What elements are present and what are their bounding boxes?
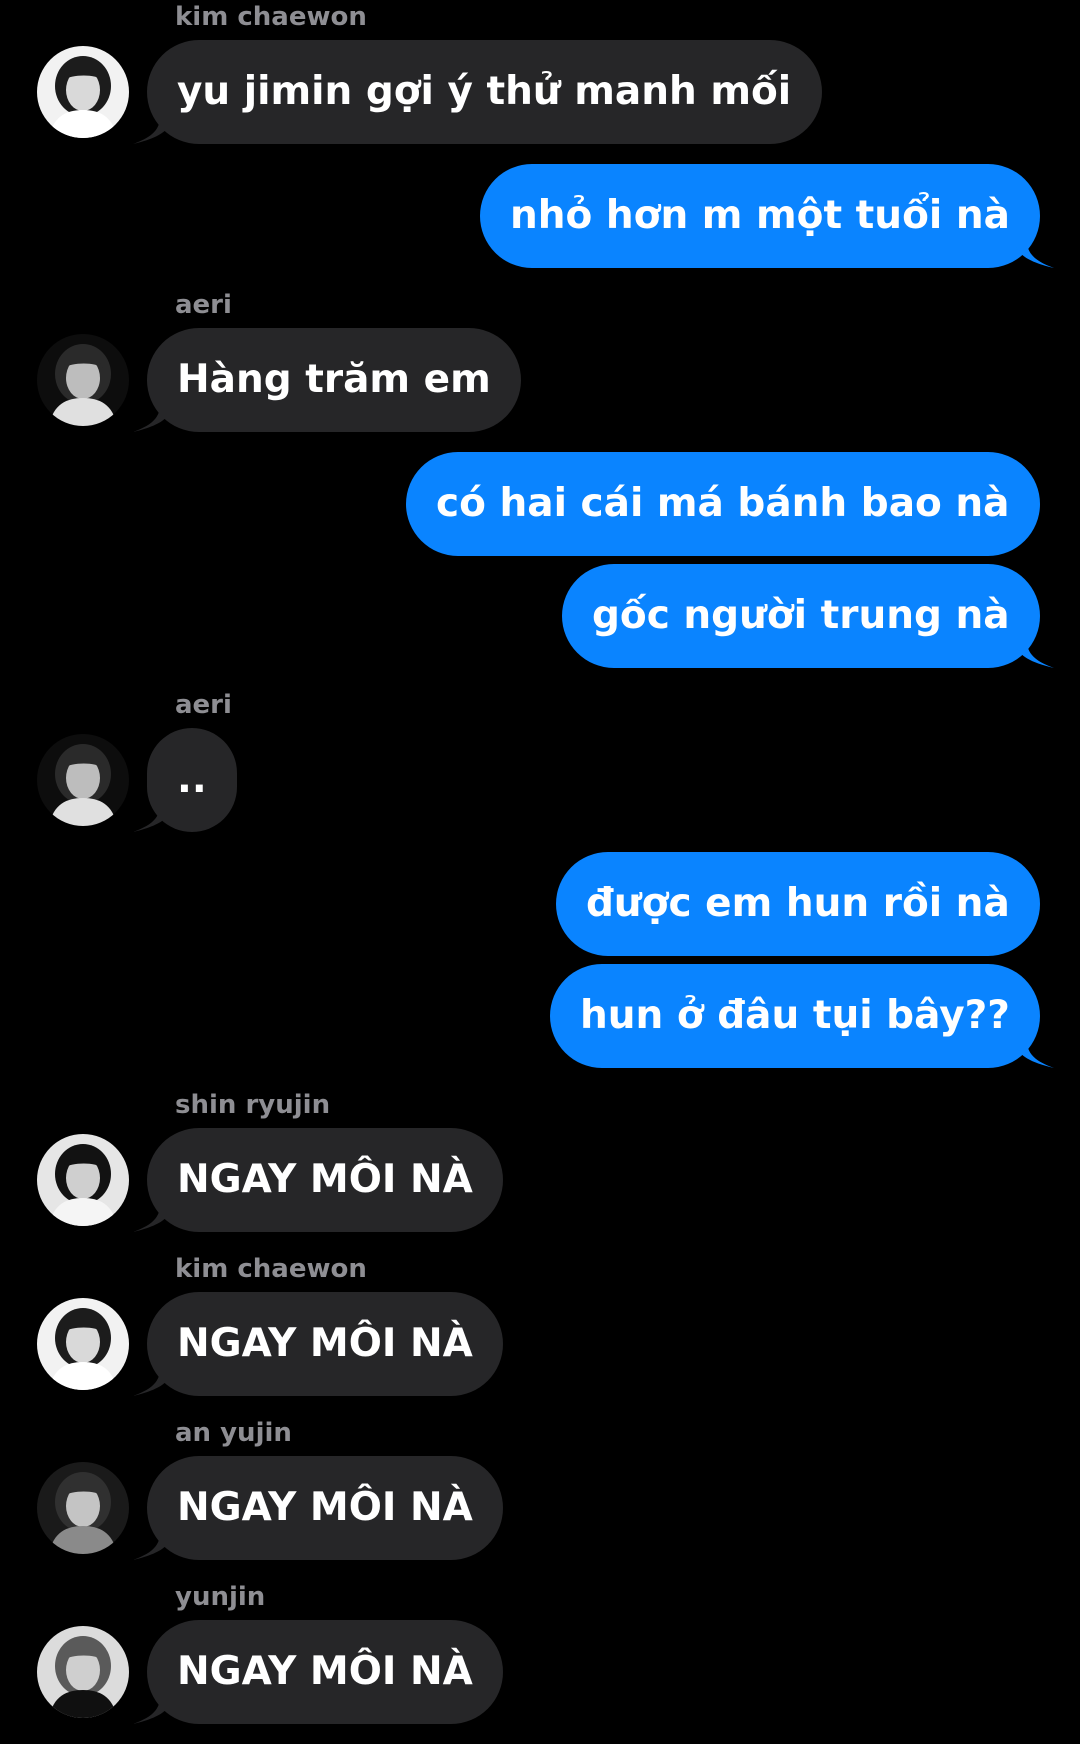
bubble-tail-icon	[1014, 634, 1054, 668]
bubble-tail-icon	[1014, 234, 1054, 268]
message-bubble[interactable]: hun ở đâu tụi bây??	[550, 964, 1040, 1068]
message-bubble[interactable]: NGAY MÔI NÀ	[147, 1292, 503, 1396]
aeri-avatar[interactable]	[37, 334, 129, 426]
bubble-tail-icon	[1014, 1034, 1054, 1068]
bubble-tail-icon	[133, 398, 173, 432]
message-bubble[interactable]: Hàng trăm em	[147, 328, 521, 432]
bubble-tail-icon	[133, 798, 173, 832]
kim-chaewon-avatar[interactable]	[37, 46, 129, 138]
kim-chaewon-avatar[interactable]	[37, 1298, 129, 1390]
message-bubble[interactable]: NGAY MÔI NÀ	[147, 1620, 503, 1724]
bubble-tail-icon	[133, 110, 173, 144]
sender-name: kim chaewon	[175, 2, 367, 32]
sender-name: shin ryujin	[175, 1090, 331, 1120]
message-bubble[interactable]: nhỏ hơn m một tuổi nà	[480, 164, 1040, 268]
sender-name: yunjin	[175, 1582, 266, 1612]
message-bubble[interactable]: gốc người trung nà	[562, 564, 1040, 668]
sender-name: an yujin	[175, 1418, 292, 1448]
message-bubble[interactable]: được em hun rồi nà	[556, 852, 1040, 956]
message-bubble[interactable]: yu jimin gợi ý thử manh mối	[147, 40, 822, 144]
chat-thread[interactable]: kim chaewon yu jimin gợi ý thử manh mối nh…	[0, 0, 1080, 1744]
an-yujin-avatar[interactable]	[37, 1462, 129, 1554]
yunjin-avatar[interactable]	[37, 1626, 129, 1718]
sender-name: aeri	[175, 690, 232, 720]
message-bubble[interactable]: có hai cái má bánh bao nà	[406, 452, 1040, 556]
aeri-avatar[interactable]	[37, 734, 129, 826]
sender-name: aeri	[175, 290, 232, 320]
shin-ryujin-avatar[interactable]	[37, 1134, 129, 1226]
bubble-tail-icon	[133, 1198, 173, 1232]
message-bubble[interactable]: NGAY MÔI NÀ	[147, 1456, 503, 1560]
bubble-tail-icon	[133, 1526, 173, 1560]
bubble-tail-icon	[133, 1362, 173, 1396]
sender-name: kim chaewon	[175, 1254, 367, 1284]
bubble-tail-icon	[133, 1690, 173, 1724]
message-bubble[interactable]: NGAY MÔI NÀ	[147, 1128, 503, 1232]
